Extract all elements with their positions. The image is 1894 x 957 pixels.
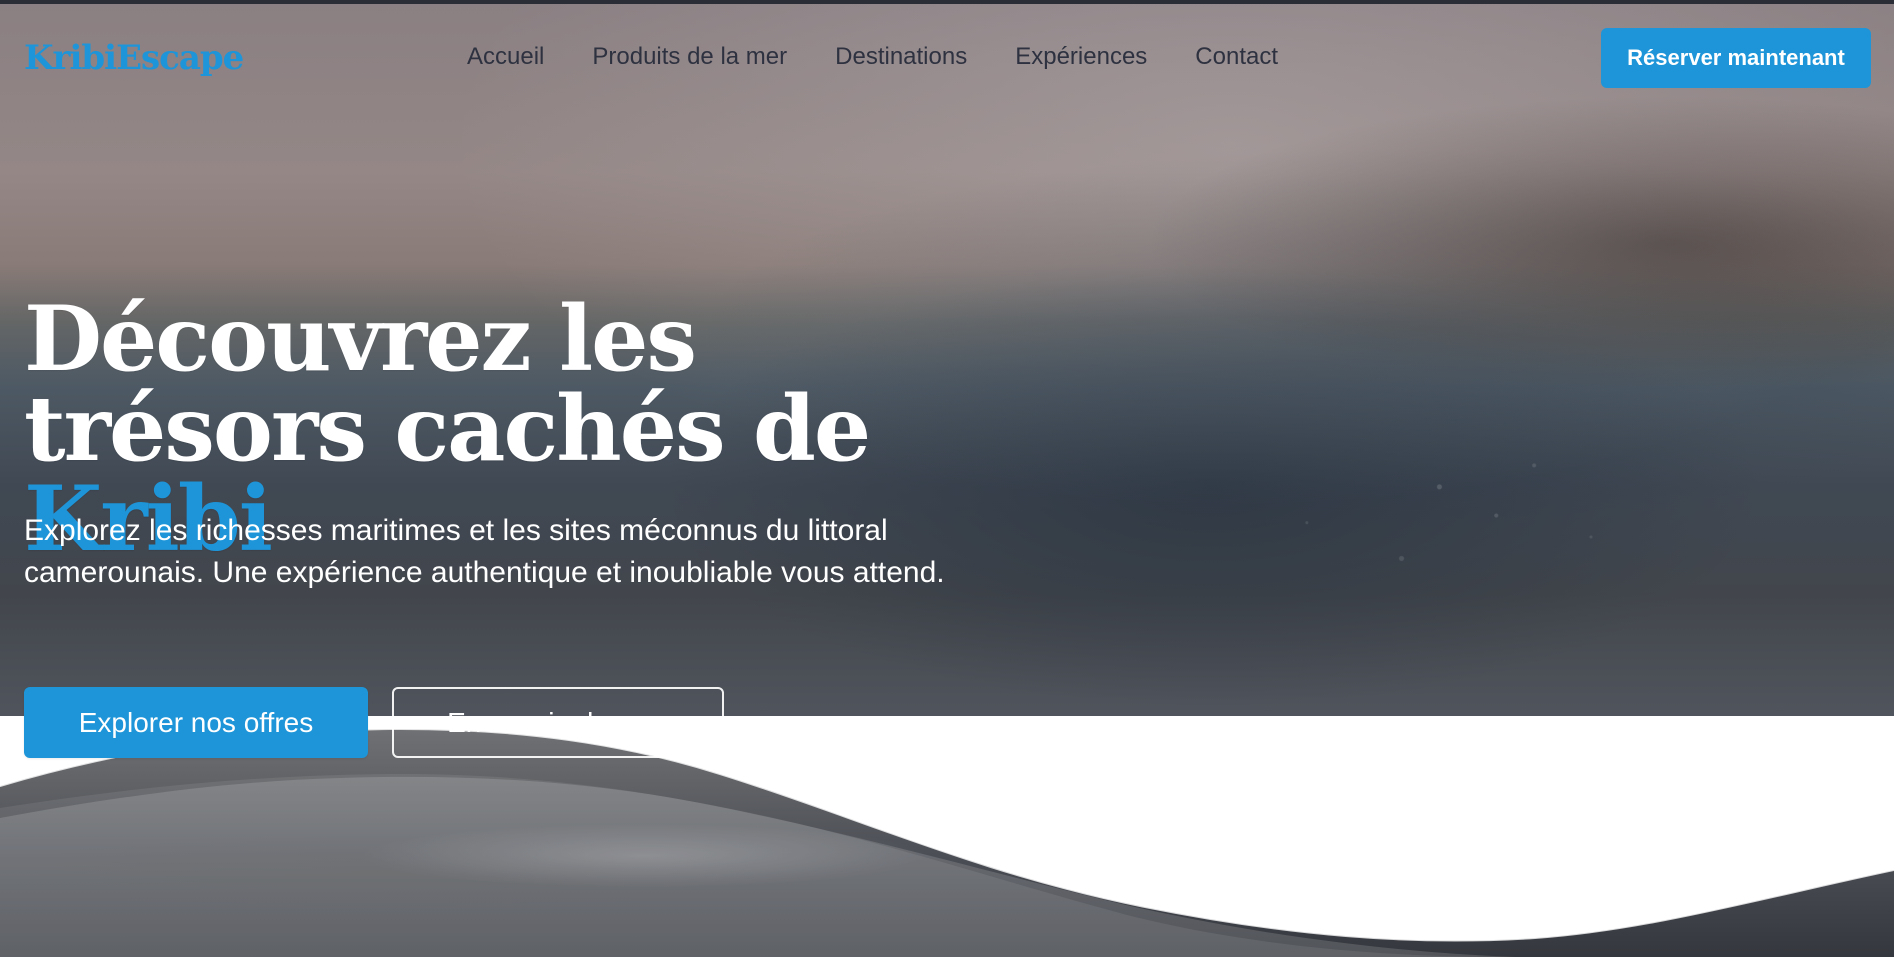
arrow-right-icon: →	[640, 706, 669, 738]
nav-item-destinations[interactable]: Destinations	[835, 45, 967, 69]
hero-title-main: Découvrez les trésors cachés de	[24, 286, 871, 482]
hero-subtitle: Explorez les richesses maritimes et les …	[24, 514, 945, 589]
page: KribiEscape Accueil Produits de la mer D…	[0, 0, 1894, 957]
top-border	[0, 0, 1894, 4]
nav-item-contact[interactable]: Contact	[1195, 45, 1278, 69]
explore-offers-button[interactable]: Explorer nos offres	[24, 687, 368, 758]
reserve-button[interactable]: Réserver maintenant	[1601, 28, 1871, 88]
navbar: KribiEscape Accueil Produits de la mer D…	[0, 28, 1894, 88]
site-logo[interactable]: KribiEscape	[24, 38, 244, 78]
nav-item-accueil[interactable]: Accueil	[467, 45, 544, 69]
learn-more-label: En savoir plus	[447, 706, 623, 738]
nav-item-experiences[interactable]: Expériences	[1015, 45, 1147, 69]
nav-item-produits-de-la-mer[interactable]: Produits de la mer	[592, 45, 787, 69]
learn-more-button[interactable]: En savoir plus →	[392, 687, 724, 758]
main-navigation: Accueil Produits de la mer Destinations …	[467, 45, 1278, 69]
